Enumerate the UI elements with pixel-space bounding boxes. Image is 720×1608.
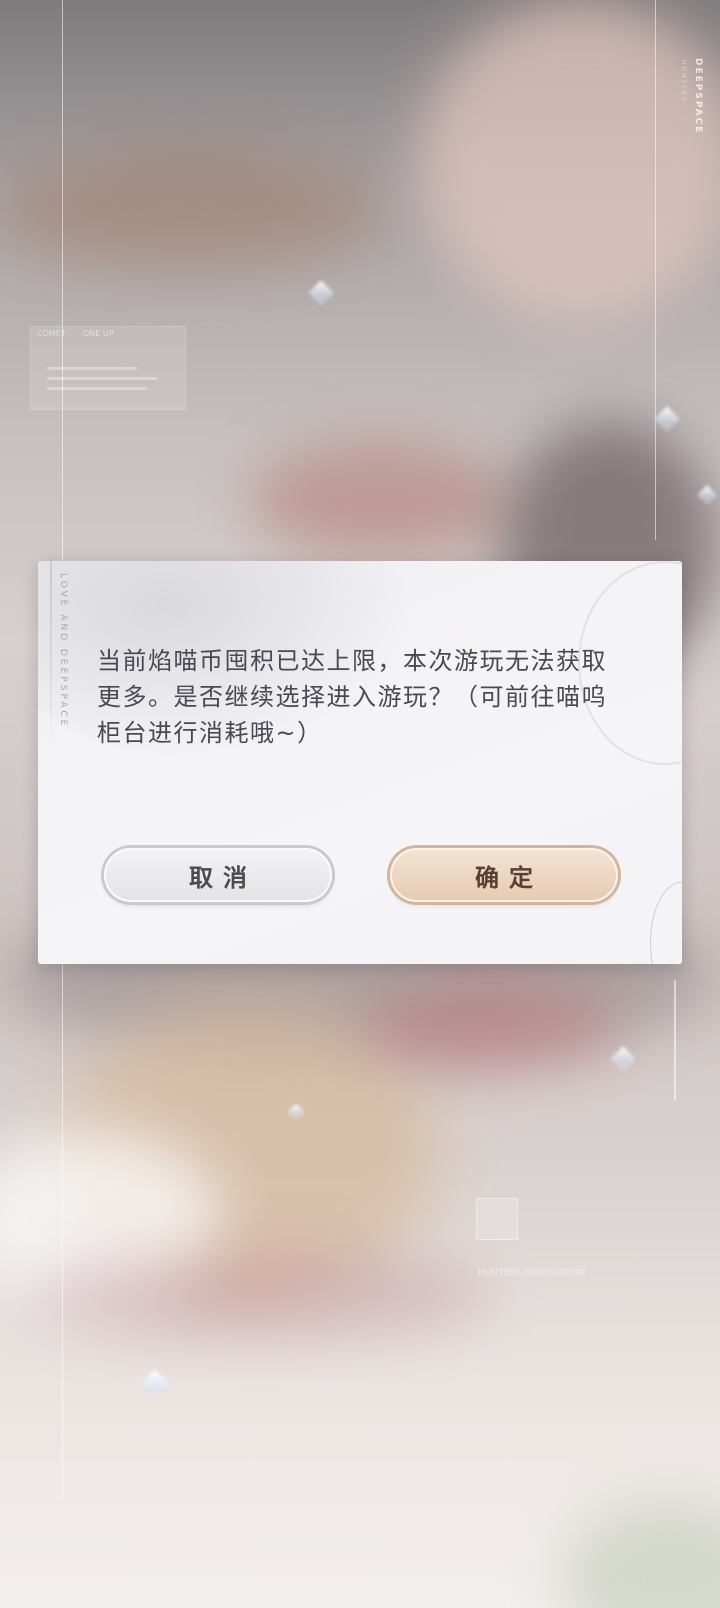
bg-blur-shape	[0, 150, 380, 270]
currency-limit-dialog: LOVE AND DEEPSPACE 当前焰喵币囤积已达上限，本次游玩无法获取更…	[38, 561, 682, 964]
sparkle-decoration	[654, 406, 680, 432]
bg-info-panel: COMET ONE UP	[30, 326, 186, 410]
bg-text-line	[47, 387, 147, 390]
bg-caption: HUNTERS ASSOCIATION	[478, 1268, 586, 1278]
dialog-side-text: LOVE AND DEEPSPACE	[58, 573, 68, 729]
sparkle-decoration	[308, 280, 334, 306]
dialog-message: 当前焰喵币囤积已达上限，本次游玩无法获取更多。是否继续选择进入游玩？（可前往喵呜…	[97, 647, 607, 747]
bg-plus-box	[476, 1198, 518, 1240]
brand-vertical-text: DEEPSPACE	[693, 58, 703, 135]
bg-chip-label: ONE UP	[83, 329, 114, 338]
dialog-arc-decoration	[650, 882, 682, 964]
bg-chip-label: COMET	[37, 329, 66, 338]
brand-vertical-subtext: HUNTERS	[680, 60, 687, 103]
sparkle-decoration	[610, 1046, 636, 1072]
bg-blur-shape	[30, 1250, 490, 1340]
sparkle-decoration	[139, 1369, 171, 1401]
confirm-button[interactable]: 确定	[390, 848, 618, 902]
bg-blur-shape	[250, 440, 510, 560]
bg-frame-line	[674, 980, 676, 1100]
dialog-edge-line	[50, 561, 52, 751]
bg-blur-shape	[360, 980, 620, 1070]
bg-blur-shape	[420, 0, 720, 320]
cancel-button[interactable]: 取消	[104, 848, 332, 902]
bg-text-line	[47, 377, 157, 380]
bg-frame-line	[655, 0, 656, 540]
bg-blur-shape	[560, 1500, 720, 1608]
bg-text-line	[47, 367, 137, 370]
